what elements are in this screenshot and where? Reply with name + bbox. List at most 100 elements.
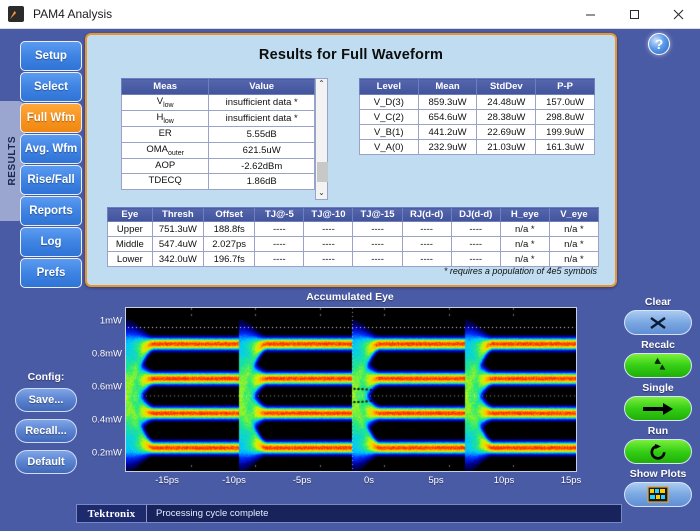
sidebar-nav: Setup Select Full Wfm Avg. Wfm Rise/Fall… (20, 41, 82, 289)
window-title: PAM4 Analysis (33, 7, 112, 21)
config-section: Config: Save... Recall... Default (8, 371, 84, 481)
accumulated-eye-plot[interactable] (125, 307, 577, 472)
scrollbar-thumb[interactable] (317, 162, 328, 182)
cell: Upper (108, 222, 153, 237)
minimize-button[interactable] (568, 0, 612, 29)
eye-diagram-canvas (126, 308, 577, 472)
arrow-right-icon (641, 402, 675, 416)
window-titlebar: PAM4 Analysis (0, 0, 700, 29)
cell: n/a * (500, 252, 549, 267)
column-header: Level (360, 79, 419, 95)
cell: 859.3uW (418, 95, 477, 110)
cell: 751.3uW (152, 222, 203, 237)
cell: Middle (108, 237, 153, 252)
save-button[interactable]: Save... (15, 388, 77, 412)
level-table: Level Mean StdDev P-P V_D(3) 859.3uW 24.48… (359, 78, 595, 155)
show-plots-button[interactable] (624, 482, 692, 507)
sidebar-item-log[interactable]: Log (20, 227, 82, 257)
recycle-icon (648, 357, 668, 374)
cell: 22.69uW (477, 125, 536, 140)
cell: ---- (255, 222, 304, 237)
status-bar: Tektronix Processing cycle complete (76, 504, 622, 523)
measurement-table: Meas Value Vlow insufficient data * Hlow i… (121, 78, 315, 190)
status-message: Processing cycle complete (156, 508, 268, 519)
y-tick: 1mW (82, 316, 122, 327)
x-tick: 10ps (494, 475, 515, 486)
table-row: Vlow insufficient data * (122, 95, 315, 111)
cell: 199.9uW (536, 125, 595, 140)
recall-button-label: Recall... (25, 425, 67, 437)
meas-value: 621.5uW (209, 142, 315, 158)
cell: 441.2uW (418, 125, 477, 140)
circular-arrow-icon (648, 443, 668, 461)
column-header: P-P (536, 79, 595, 95)
default-button[interactable]: Default (15, 450, 77, 474)
tektronix-logo: Tektronix (77, 505, 147, 522)
cell: ---- (402, 222, 451, 237)
column-header: Meas (122, 79, 209, 95)
run-label: Run (622, 425, 694, 437)
cell: ---- (304, 237, 353, 252)
table-row: AOP -2.62dBm (122, 158, 315, 174)
x-icon (647, 315, 669, 331)
save-button-label: Save... (29, 394, 64, 406)
table-row: V_B(1) 441.2uW 22.69uW 199.9uW (360, 125, 595, 140)
eye-plot-x-axis: -15ps -10ps -5ps 0s 5ps 10ps 15ps (125, 475, 577, 489)
cell: ---- (402, 237, 451, 252)
column-header: Thresh (152, 208, 203, 222)
cell: ---- (255, 252, 304, 267)
single-label: Single (622, 382, 694, 394)
cell: 547.4uW (152, 237, 203, 252)
recalc-button[interactable] (624, 353, 692, 378)
meas-value: -2.62dBm (209, 158, 315, 174)
cell: 28.38uW (477, 110, 536, 125)
cell: Lower (108, 252, 153, 267)
cell: n/a * (549, 237, 598, 252)
column-header: StdDev (477, 79, 536, 95)
table-row: ER 5.55dB (122, 126, 315, 142)
table-row: Hlow insufficient data * (122, 110, 315, 126)
cell: 196.7fs (204, 252, 255, 267)
sidebar-item-label: Full Wfm (27, 112, 76, 124)
table-row: Middle 547.4uW 2.027ps ---- ---- ---- ---- ----… (108, 237, 599, 252)
x-tick: -15ps (155, 475, 179, 486)
table-row: V_A(0) 232.9uW 21.03uW 161.3uW (360, 140, 595, 155)
sidebar-item-select[interactable]: Select (20, 72, 82, 102)
cell: n/a * (549, 252, 598, 267)
x-tick: 0s (364, 475, 374, 486)
sidebar-item-full-wfm[interactable]: Full Wfm (20, 103, 82, 133)
results-panel: Results for Full Waveform Meas Value Vlo… (85, 33, 617, 287)
maximize-button[interactable] (612, 0, 656, 29)
config-label: Config: (8, 371, 84, 383)
sidebar-item-rise-fall[interactable]: Rise/Fall (20, 165, 82, 195)
scroll-down-icon[interactable]: ⌄ (318, 188, 325, 199)
meas-name: Vlow (122, 95, 209, 111)
y-tick: 0.2mW (82, 448, 122, 459)
recall-button[interactable]: Recall... (15, 419, 77, 443)
scroll-up-icon[interactable]: ⌃ (318, 79, 325, 90)
x-tick: 5ps (428, 475, 443, 486)
sidebar-item-prefs[interactable]: Prefs (20, 258, 82, 288)
sidebar-item-reports[interactable]: Reports (20, 196, 82, 226)
page-title: Results for Full Waveform (87, 47, 615, 63)
cell: 161.3uW (536, 140, 595, 155)
help-icon[interactable]: ? (648, 33, 670, 55)
column-header: TJ@-10 (304, 208, 353, 222)
table-row: Upper 751.3uW 188.8fs ---- ---- ---- ---- ---- n… (108, 222, 599, 237)
measurement-table-scrollbar[interactable]: ⌃ ⌄ (315, 78, 328, 200)
table-row: OMAouter 621.5uW (122, 142, 315, 158)
cell: 24.48uW (477, 95, 536, 110)
sidebar-item-setup[interactable]: Setup (20, 41, 82, 71)
close-button[interactable] (656, 0, 700, 29)
eye-measurement-table: Eye Thresh Offset TJ@-5 TJ@-10 TJ@-15 RJ… (107, 207, 599, 267)
default-button-label: Default (27, 456, 64, 468)
single-button[interactable] (624, 396, 692, 421)
cell: ---- (451, 252, 500, 267)
column-header: TJ@-15 (353, 208, 402, 222)
eye-plot-title: Accumulated Eye (0, 291, 700, 303)
sidebar-item-avg-wfm[interactable]: Avg. Wfm (20, 134, 82, 164)
clear-button[interactable] (624, 310, 692, 335)
run-button[interactable] (624, 439, 692, 464)
table-row: Lower 342.0uW 196.7fs ---- ---- ---- ---- ---- n… (108, 252, 599, 267)
meas-name: AOP (122, 158, 209, 174)
